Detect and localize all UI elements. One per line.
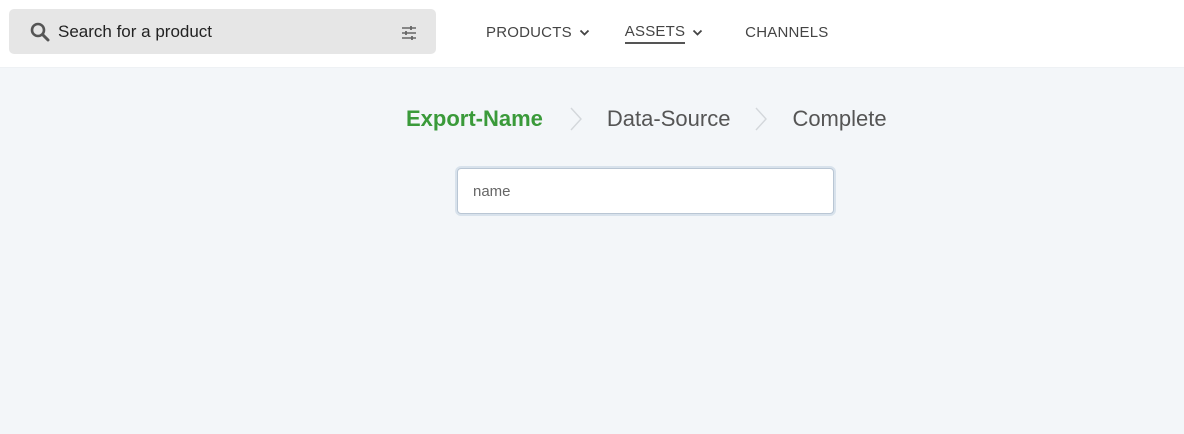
nav-assets[interactable]: ASSETS (624, 22, 703, 44)
chevron-down-icon (579, 29, 589, 36)
chevron-right-icon (755, 107, 768, 131)
nav-products[interactable]: PRODUCTS (486, 22, 590, 44)
product-search-box[interactable]: Search for a product (9, 9, 436, 54)
nav-assets-label[interactable]: ASSETS (624, 22, 686, 44)
step-export-name: Export-Name (406, 106, 543, 131)
step-complete: Complete (792, 106, 887, 131)
main-nav: PRODUCTS ASSETS CHANNELS (486, 22, 828, 44)
nav-products-label[interactable]: PRODUCTS (486, 23, 572, 43)
nav-channels-label[interactable]: CHANNELS (745, 23, 828, 43)
nav-channels[interactable]: CHANNELS (745, 22, 828, 44)
export-stepper: Export-Name Data-Source Complete (406, 104, 887, 134)
search-icon (30, 22, 50, 42)
step-data-source: Data-Source (606, 106, 731, 131)
filter-sliders-icon[interactable] (400, 24, 418, 42)
top-bar: Search for a product PRODUCTS ASSETS CHA… (0, 0, 1184, 68)
search-placeholder[interactable]: Search for a product (58, 22, 212, 42)
chevron-down-icon (693, 29, 703, 36)
chevron-right-icon (570, 107, 582, 131)
export-name-input[interactable] (457, 168, 834, 214)
